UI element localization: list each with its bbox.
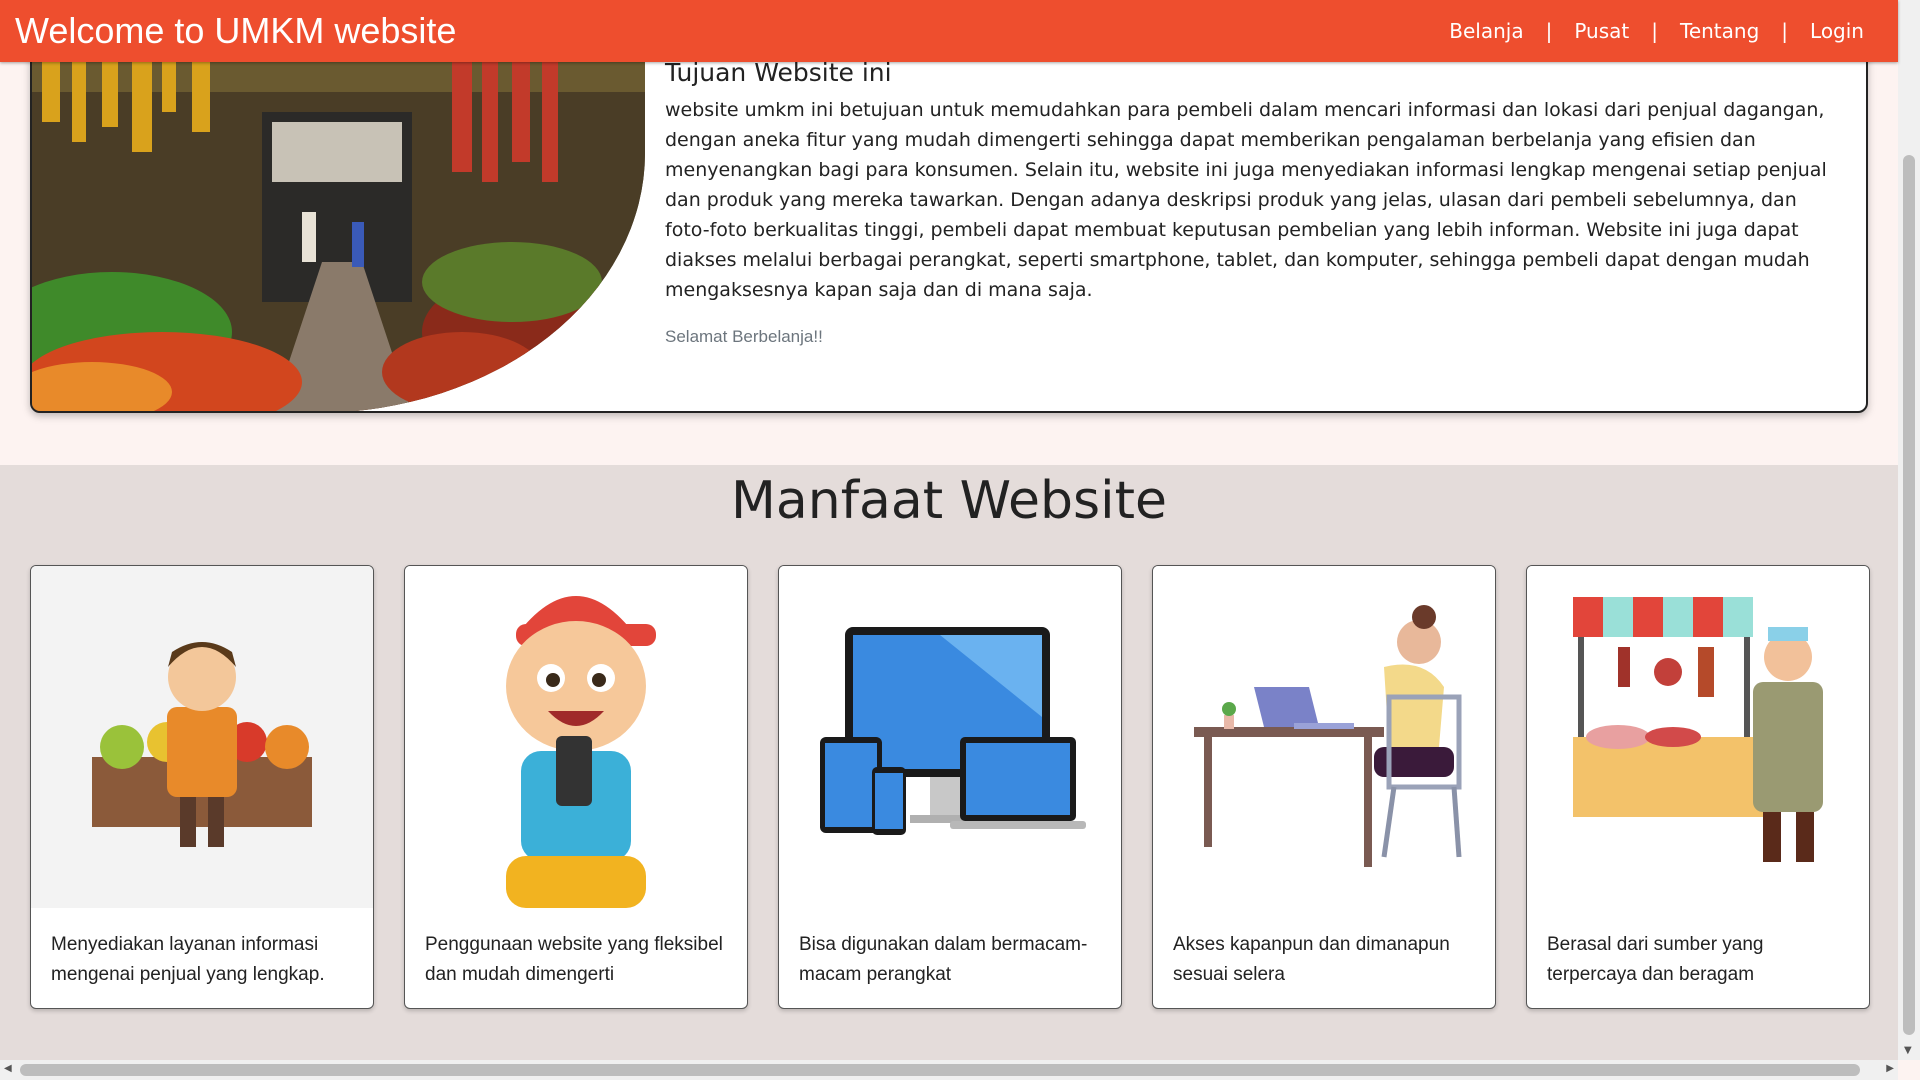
vertical-scroll-thumb[interactable]: [1903, 155, 1915, 1035]
top-navbar: Welcome to UMKM website Belanja | Pusat …: [0, 0, 1898, 62]
benefit-card: Berasal dari sumber yang terpercaya dan …: [1526, 565, 1870, 1009]
hero-card: Tujuan Website ini website umkm ini betu…: [30, 30, 1868, 413]
benefit-cards: Menyediakan layanan informasi mengenai p…: [30, 565, 1870, 1009]
benefit-card: Menyediakan layanan informasi mengenai p…: [30, 565, 374, 1009]
benefit-text: Berasal dari sumber yang terpercaya dan …: [1547, 934, 1764, 985]
boy-with-phone-illustration: [405, 566, 747, 908]
benefit-card: Bisa digunakan dalam bermacam-macam pera…: [778, 565, 1122, 1009]
nav-link-pusat[interactable]: Pusat: [1574, 19, 1629, 43]
vendor-illustration: [31, 566, 373, 908]
site-brand: Welcome to UMKM website: [15, 10, 457, 51]
nav-link-tentang[interactable]: Tentang: [1680, 19, 1759, 43]
benefit-text: Menyediakan layanan informasi mengenai p…: [51, 934, 325, 985]
benefits-section: Manfaat Website Menyediakan layanan info…: [0, 465, 1898, 1060]
nav-link-login[interactable]: Login: [1810, 19, 1864, 43]
horizontal-scrollbar[interactable]: ◀ ▶: [0, 1060, 1898, 1080]
nav-separator: |: [1651, 19, 1658, 43]
hero-description: website umkm ini betujuan untuk memudahk…: [665, 99, 1827, 301]
butcher-stall-illustration: [1527, 566, 1869, 908]
nav-link-belanja[interactable]: Belanja: [1449, 19, 1523, 43]
horizontal-scroll-thumb[interactable]: [20, 1064, 1860, 1076]
scroll-down-arrow-icon[interactable]: ▼: [1904, 1045, 1912, 1056]
vertical-scrollbar[interactable]: ▼: [1898, 0, 1920, 1060]
benefits-title: Manfaat Website: [731, 471, 1167, 531]
nav-separator: |: [1781, 19, 1789, 43]
benefit-card: Akses kapanpun dan dimanapun sesuai sele…: [1152, 565, 1496, 1009]
nav-separator: |: [1545, 19, 1553, 43]
benefit-card: Penggunaan website yang fleksibel dan mu…: [404, 565, 748, 1009]
benefit-text: Penggunaan website yang fleksibel dan mu…: [425, 934, 723, 985]
benefit-text: Akses kapanpun dan dimanapun sesuai sele…: [1173, 934, 1450, 985]
hero-text: Tujuan Website ini website umkm ini betu…: [665, 58, 1846, 347]
benefit-text: Bisa digunakan dalam bermacam-macam pera…: [799, 934, 1088, 985]
market-stall-photo: [32, 32, 645, 411]
scroll-left-arrow-icon[interactable]: ◀: [4, 1063, 12, 1074]
woman-at-laptop-illustration: [1153, 566, 1495, 908]
scroll-right-arrow-icon[interactable]: ▶: [1886, 1063, 1894, 1074]
devices-illustration: [779, 566, 1121, 908]
hero-title: Tujuan Website ini: [665, 58, 892, 87]
hero-greeting: Selamat Berbelanja!!: [665, 327, 823, 346]
page-content: Tujuan Website ini website umkm ini betu…: [0, 0, 1898, 1060]
nav-links: Belanja | Pusat | Tentang | Login: [1449, 19, 1864, 43]
